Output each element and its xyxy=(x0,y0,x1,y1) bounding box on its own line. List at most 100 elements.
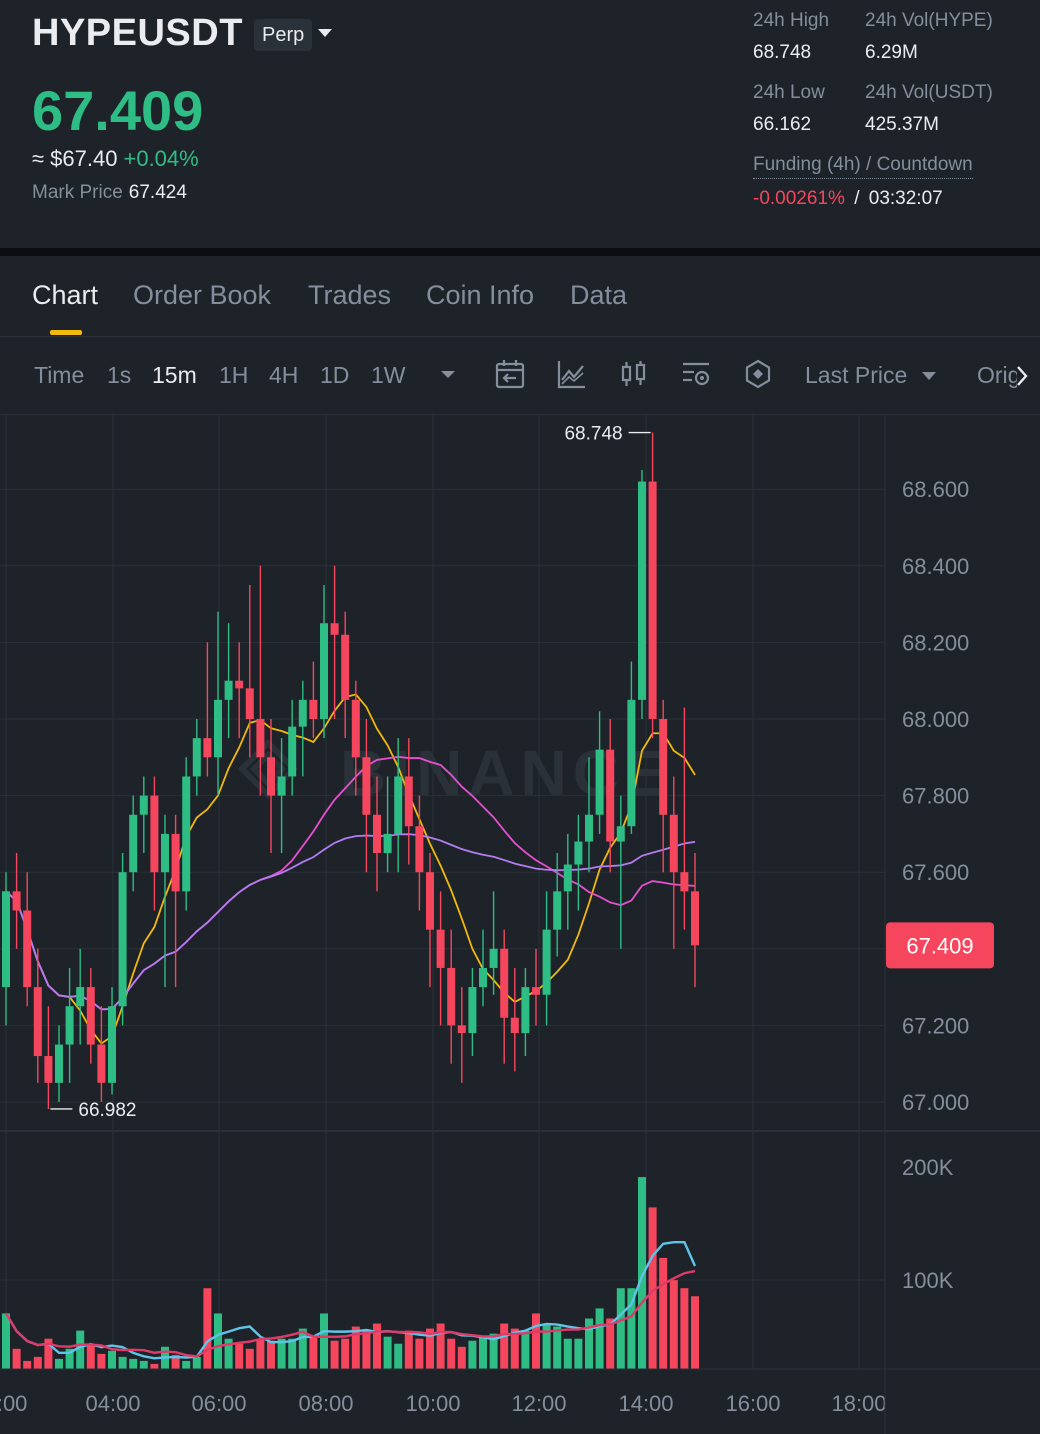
mark-price-value: 67.424 xyxy=(128,182,187,203)
candle-body xyxy=(627,699,636,827)
volume-bar xyxy=(627,1288,636,1369)
price-axis-tick: 67.200 xyxy=(902,1013,969,1038)
volume-bar xyxy=(55,1358,63,1369)
candle-body xyxy=(563,864,572,892)
candle-body xyxy=(532,987,540,995)
candle-body xyxy=(479,967,487,988)
candle-type-icon[interactable] xyxy=(618,358,650,390)
candle-body xyxy=(468,987,477,1034)
candlestick-chart[interactable]: BINANCE 68.600 68.400 68.200 68.000 67.800 67… xyxy=(0,415,1040,1434)
funding-row: -0.00261% / 03:32:07 xyxy=(753,188,943,210)
volume-bar xyxy=(267,1340,275,1369)
chart-toolbar: Time 1s 15m 1H 4H 1D 1W Last Price Orig xyxy=(0,336,1040,415)
volume-bar xyxy=(669,1280,678,1369)
volume-bar xyxy=(129,1358,138,1369)
candle-body xyxy=(320,623,328,719)
candle-body xyxy=(65,1006,74,1045)
candle-body xyxy=(394,776,403,834)
interval-more-icon[interactable] xyxy=(432,358,464,390)
vol-quote-value: 425.37M xyxy=(865,114,939,135)
tab-coin-info[interactable]: Coin Info xyxy=(426,280,534,311)
candle-body xyxy=(553,891,562,930)
interval-4h[interactable]: 4H xyxy=(269,362,298,389)
candle-body xyxy=(214,699,222,758)
candle-body xyxy=(55,1044,63,1083)
volume-bar xyxy=(341,1338,350,1369)
funding-separator: / xyxy=(854,188,860,209)
volume-bar xyxy=(320,1313,328,1369)
volume-bar xyxy=(309,1336,318,1369)
chart-settings-icon[interactable] xyxy=(680,358,712,390)
volume-bar xyxy=(182,1360,191,1369)
interval-1h[interactable]: 1H xyxy=(219,362,248,389)
candle-body xyxy=(510,1017,519,1034)
candle-body xyxy=(171,833,180,892)
volume-axis-tick: 100K xyxy=(902,1268,954,1293)
candle-body xyxy=(245,688,254,719)
candle-body xyxy=(118,872,127,1007)
original-chart-toggle[interactable]: Orig xyxy=(977,362,1017,389)
candle-body xyxy=(44,1056,53,1083)
price-axis-tick: 67.600 xyxy=(902,860,969,885)
volume-bar xyxy=(33,1356,42,1369)
time-axis-tick: 04:00 xyxy=(85,1391,140,1416)
price-axis-tick: 68.000 xyxy=(902,707,969,732)
chevron-right-icon[interactable] xyxy=(1015,364,1029,388)
candle-body xyxy=(669,814,678,873)
volume-bar xyxy=(118,1356,127,1369)
volume-bar xyxy=(2,1313,10,1369)
volume-bar xyxy=(532,1313,540,1369)
candle-body xyxy=(500,948,509,1018)
price-axis-tick: 68.600 xyxy=(902,477,969,502)
calendar-icon[interactable] xyxy=(494,358,526,390)
candle-body xyxy=(203,738,212,758)
ticker-header: HYPEUSDT Perp 67.409 ≈ $67.40 +0.04% Mark… xyxy=(0,0,1040,248)
volume-bar xyxy=(235,1343,244,1369)
time-axis-tick: 12:00 xyxy=(511,1391,566,1416)
candle-body xyxy=(351,699,360,758)
interval-1w[interactable]: 1W xyxy=(371,362,406,389)
active-tab-indicator xyxy=(50,330,82,335)
interval-15m[interactable]: 15m xyxy=(152,362,197,389)
volume-bar xyxy=(659,1257,668,1369)
tab-trades[interactable]: Trades xyxy=(308,280,391,311)
tab-chart[interactable]: Chart xyxy=(32,280,98,311)
depth-icon[interactable] xyxy=(742,358,774,390)
approx-usd-row: ≈ $67.40 +0.04% xyxy=(32,146,199,172)
candle-body xyxy=(235,680,244,689)
time-label[interactable]: Time xyxy=(34,362,84,389)
mark-price-label: Mark Price xyxy=(32,182,123,203)
symbol-dropdown-icon[interactable] xyxy=(318,29,332,37)
time-axis-tick: 10:00 xyxy=(405,1391,460,1416)
candle-body xyxy=(97,1044,106,1083)
contract-type-badge[interactable]: Perp xyxy=(254,19,313,51)
candle-body xyxy=(585,814,593,842)
funding-label[interactable]: Funding (4h) / Countdown xyxy=(753,154,973,179)
mark-price-row: Mark Price 67.424 xyxy=(32,182,187,204)
vol-quote-label: 24h Vol(USDT) xyxy=(865,82,993,103)
volume-bar xyxy=(108,1350,116,1369)
candle-body xyxy=(277,776,286,796)
tab-order-book[interactable]: Order Book xyxy=(133,280,271,311)
interval-1s[interactable]: 1s xyxy=(107,362,131,389)
candle-body xyxy=(638,481,646,700)
volume-bar xyxy=(203,1288,212,1369)
candle-body xyxy=(521,987,530,1034)
volume-bar xyxy=(574,1338,583,1369)
funding-rate: -0.00261% xyxy=(753,188,845,209)
indicator-icon[interactable] xyxy=(556,358,588,390)
price-type-caret-icon[interactable] xyxy=(922,372,936,380)
volume-bar xyxy=(595,1308,604,1369)
candle-body xyxy=(457,1025,466,1034)
volume-bar xyxy=(298,1328,307,1369)
price-type-select[interactable]: Last Price xyxy=(805,362,907,389)
symbol-title[interactable]: HYPEUSDT xyxy=(32,12,243,55)
volume-bar xyxy=(76,1330,85,1369)
vol-base-value: 6.29M xyxy=(865,42,918,63)
approx-usd: ≈ $67.40 xyxy=(32,146,118,171)
time-axis-tick: 16:00 xyxy=(725,1391,780,1416)
interval-1d[interactable]: 1D xyxy=(320,362,349,389)
volume-bar xyxy=(680,1288,689,1369)
tab-data[interactable]: Data xyxy=(570,280,627,311)
funding-countdown: 03:32:07 xyxy=(868,188,943,209)
